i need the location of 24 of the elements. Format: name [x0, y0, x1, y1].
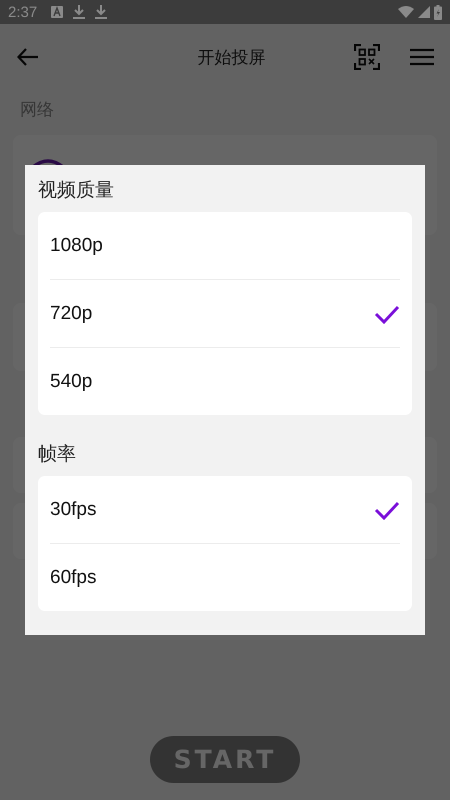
- menu-icon[interactable]: [410, 48, 434, 66]
- option-label: 30fps: [50, 498, 96, 520]
- download-icon: [95, 5, 108, 19]
- signal-icon: [418, 6, 430, 18]
- status-time: 2:37: [8, 4, 38, 20]
- group-title: 视频质量: [38, 178, 115, 203]
- option-label: 60fps: [50, 566, 96, 588]
- qr-scan-icon[interactable]: [354, 44, 380, 70]
- notification-icon: [51, 6, 64, 18]
- download-icon: [73, 5, 86, 19]
- wifi-icon: [398, 6, 414, 18]
- wifi-icon: [31, 159, 65, 167]
- group-title: 帧率: [38, 442, 77, 467]
- option-item[interactable]: 720p: [50, 280, 400, 347]
- back-arrow-icon[interactable]: [17, 48, 39, 66]
- option-label: 720p: [50, 302, 92, 324]
- option-label: 1080p: [50, 234, 103, 256]
- option-item[interactable]: 30fps: [50, 476, 400, 543]
- option-item[interactable]: 540p: [50, 348, 400, 415]
- screen-title: 开始投屏: [196, 46, 266, 68]
- option-label: 540p: [50, 370, 92, 392]
- option-item[interactable]: 1080p: [50, 212, 400, 279]
- option-item[interactable]: 60fps: [50, 544, 400, 611]
- battery-icon: [434, 4, 442, 20]
